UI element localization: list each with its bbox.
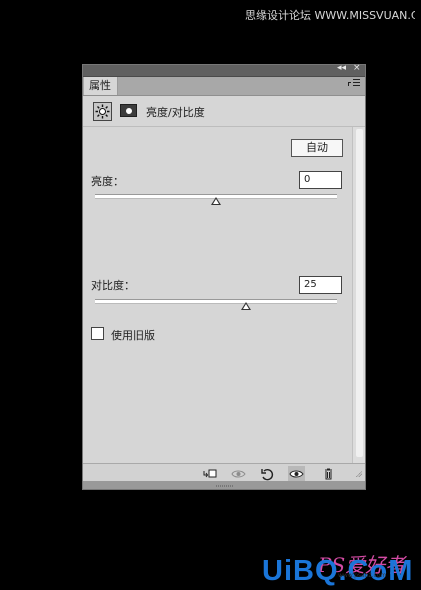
close-icon[interactable]: ×: [353, 63, 361, 73]
contrast-slider[interactable]: [95, 299, 337, 310]
properties-panel: ◂◂ × 属性 亮度/对比度 自动 亮度： 0 对比度： 25 使用旧版: [82, 63, 366, 490]
scrollbar-thumb[interactable]: [356, 129, 363, 457]
use-legacy-label: 使用旧版: [111, 329, 155, 342]
panel-title: 亮度/对比度: [146, 106, 205, 119]
use-legacy-checkbox[interactable]: [91, 327, 104, 340]
tab-properties[interactable]: 属性: [84, 77, 118, 95]
panel-tab-row: 属性: [83, 77, 365, 96]
panel-resize-grip[interactable]: [216, 485, 234, 487]
panel-topbar: ◂◂ ×: [83, 63, 365, 77]
eye-icon[interactable]: [288, 466, 305, 482]
trash-icon[interactable]: [320, 466, 337, 482]
contrast-slider-thumb[interactable]: [241, 302, 252, 310]
view-previous-icon[interactable]: [230, 466, 247, 482]
mask-icon[interactable]: [120, 104, 137, 117]
adjustment-controls: 自动 亮度： 0 对比度： 25 使用旧版: [83, 127, 352, 463]
corner-resize-grip[interactable]: [356, 471, 362, 477]
brightness-icon[interactable]: [93, 102, 112, 121]
brightness-slider[interactable]: [95, 194, 337, 205]
contrast-field[interactable]: 25: [299, 276, 342, 294]
brand-watermark: UiBQ.CoM: [262, 555, 414, 587]
brightness-sun-icon: [95, 104, 110, 119]
top-watermark: 思缘设计论坛 WWW.MISSVUAN.COM: [245, 9, 415, 22]
adjustment-header: 亮度/对比度: [83, 96, 365, 127]
brightness-slider-thumb[interactable]: [211, 197, 221, 205]
reset-icon[interactable]: [259, 466, 276, 482]
panel-menu-icon[interactable]: [348, 79, 360, 89]
small-watermark: www.psahz.com: [338, 572, 387, 579]
contrast-label: 对比度：: [91, 279, 135, 292]
clip-to-layer-icon[interactable]: [201, 466, 218, 482]
auto-button[interactable]: 自动: [291, 139, 343, 157]
scrollbar[interactable]: [352, 127, 365, 463]
collapse-icon[interactable]: ◂◂: [337, 63, 346, 73]
brightness-field[interactable]: 0: [299, 171, 342, 189]
brightness-label: 亮度：: [91, 175, 124, 188]
